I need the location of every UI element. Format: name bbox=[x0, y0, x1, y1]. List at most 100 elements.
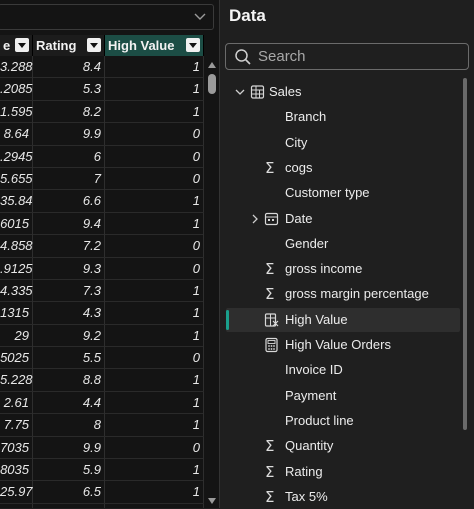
table-cell[interactable]: 1 bbox=[105, 78, 204, 101]
table-cell[interactable]: 0 bbox=[105, 123, 204, 146]
table-cell[interactable]: 0 bbox=[105, 257, 204, 280]
table-cell[interactable]: 6 bbox=[33, 145, 105, 168]
table-node-sales[interactable]: Sales bbox=[226, 80, 460, 104]
field-item[interactable]: City bbox=[226, 131, 460, 155]
filter-dropdown-icon[interactable] bbox=[186, 38, 200, 52]
filter-dropdown-icon[interactable] bbox=[87, 38, 101, 52]
table-cell[interactable]: 9.3 bbox=[33, 257, 105, 280]
field-item[interactable]: High Value Orders bbox=[226, 333, 460, 357]
table-cell[interactable]: .2085 bbox=[0, 78, 33, 101]
table-cell[interactable]: .2945 bbox=[0, 145, 33, 168]
data-pane-scrollbar[interactable] bbox=[463, 78, 467, 430]
field-item[interactable]: Payment bbox=[226, 384, 460, 408]
field-item[interactable]: Invoice ID bbox=[226, 358, 460, 382]
chevron-right-icon[interactable] bbox=[250, 213, 260, 225]
table-cell[interactable]: 9.4 bbox=[33, 212, 105, 235]
field-item[interactable]: Σgross margin percentage bbox=[226, 282, 460, 306]
column-header[interactable]: e bbox=[0, 35, 33, 56]
search-box[interactable] bbox=[225, 43, 469, 70]
table-cell[interactable]: .9125 bbox=[0, 257, 33, 280]
table-cell[interactable]: 5.3 bbox=[33, 78, 105, 101]
scrollbar-thumb[interactable] bbox=[208, 74, 216, 94]
table-cell[interactable]: 0 bbox=[105, 145, 204, 168]
scroll-down-icon[interactable] bbox=[208, 498, 216, 504]
field-item[interactable]: Σcogs bbox=[226, 156, 460, 180]
table-cell[interactable]: 5025 bbox=[0, 347, 33, 370]
field-item[interactable]: Date bbox=[226, 207, 460, 231]
table-cell[interactable]: 8.2 bbox=[33, 100, 105, 123]
table-cell[interactable]: 4845 bbox=[0, 503, 33, 508]
search-input[interactable] bbox=[258, 47, 458, 66]
table-cell[interactable]: 4.335 bbox=[0, 279, 33, 302]
field-item[interactable]: Σgross income bbox=[226, 257, 460, 281]
table-cell[interactable]: 7 bbox=[33, 167, 105, 190]
column-header-high-value[interactable]: High Value bbox=[105, 35, 204, 56]
table-cell[interactable]: 4.858 bbox=[0, 235, 33, 258]
table-cell[interactable]: 6.6 bbox=[33, 190, 105, 213]
column-header-rating[interactable]: Rating bbox=[33, 35, 105, 56]
field-item[interactable]: Product line bbox=[226, 409, 460, 433]
calculator-icon bbox=[264, 337, 279, 353]
table-cell[interactable]: 9.2 bbox=[33, 324, 105, 347]
table-cell[interactable]: 1 bbox=[105, 391, 204, 414]
table-cell[interactable]: 1 bbox=[105, 302, 204, 325]
table-cell[interactable]: 1315 bbox=[0, 302, 33, 325]
table-cell[interactable]: 0 bbox=[105, 167, 204, 190]
table-cell[interactable]: 5.228 bbox=[0, 369, 33, 392]
table-cell[interactable]: 8 bbox=[33, 414, 105, 437]
filter-dropdown-icon[interactable] bbox=[15, 38, 29, 52]
table-cell[interactable]: 2.61 bbox=[0, 391, 33, 414]
field-item[interactable]: Σ Quantity bbox=[226, 434, 460, 458]
table-cell[interactable]: 25.97 bbox=[0, 481, 33, 504]
field-item[interactable]: Customer type bbox=[226, 181, 460, 205]
table-cell[interactable]: 8.8 bbox=[33, 369, 105, 392]
table-selector-dropdown[interactable] bbox=[0, 4, 214, 30]
table-cell[interactable]: 1 bbox=[105, 459, 204, 482]
table-cell[interactable]: 1 bbox=[105, 212, 204, 235]
table-cell[interactable]: 9.9 bbox=[33, 436, 105, 459]
table-cell[interactable]: 1.595 bbox=[0, 100, 33, 123]
table-cell[interactable]: 5.5 bbox=[33, 347, 105, 370]
chevron-down-icon[interactable] bbox=[193, 9, 207, 23]
table-cell[interactable]: 0 bbox=[105, 347, 204, 370]
field-item[interactable]: Gender bbox=[226, 232, 460, 256]
table-cell[interactable]: 1 bbox=[105, 56, 204, 78]
table-cell[interactable]: 0 bbox=[105, 436, 204, 459]
table-cell[interactable]: 7.2 bbox=[33, 235, 105, 258]
scroll-up-icon[interactable] bbox=[208, 62, 216, 68]
field-item[interactable]: Σ Tax 5% bbox=[226, 485, 460, 509]
table-cell[interactable]: 1 bbox=[105, 100, 204, 123]
table-cell[interactable]: 5.9 bbox=[33, 459, 105, 482]
table-cell[interactable]: 9.9 bbox=[33, 123, 105, 146]
table-cell[interactable]: 6.5 bbox=[33, 481, 105, 504]
table-cell[interactable]: 1 bbox=[105, 324, 204, 347]
table-cell[interactable]: 1 bbox=[105, 190, 204, 213]
table-cell[interactable]: 1 bbox=[105, 481, 204, 504]
table-cell[interactable]: 1 bbox=[105, 369, 204, 392]
table-cell[interactable]: 7035 bbox=[0, 436, 33, 459]
table-cell[interactable]: 4.3 bbox=[33, 302, 105, 325]
table-cell[interactable]: 5.655 bbox=[0, 167, 33, 190]
chevron-down-icon[interactable] bbox=[235, 86, 245, 98]
table-cell[interactable]: 6015 bbox=[0, 212, 33, 235]
table-cell[interactable]: 4.4 bbox=[33, 391, 105, 414]
table-cell[interactable]: 0 bbox=[105, 235, 204, 258]
field-label: High Value Orders bbox=[285, 337, 391, 352]
table-cell[interactable]: 8.64 bbox=[0, 123, 33, 146]
field-item[interactable]: High Value bbox=[226, 307, 460, 332]
table-cell[interactable]: 0 bbox=[105, 503, 204, 508]
table-cell[interactable]: 1 bbox=[105, 414, 204, 437]
table-cell[interactable]: 8.4 bbox=[33, 56, 105, 78]
table-cell[interactable]: 7.75 bbox=[0, 414, 33, 437]
field-item[interactable]: Branch bbox=[226, 105, 460, 129]
table-cell[interactable]: 7.3 bbox=[33, 279, 105, 302]
table-cell[interactable]: 29 bbox=[0, 324, 33, 347]
table-body: 3.288 8.4 1.2085 5.3 1 1.595 8.2 1 8.64 9.9 0.2945… bbox=[0, 56, 204, 508]
table-cell[interactable]: 3.288 bbox=[0, 56, 33, 78]
table-cell[interactable] bbox=[33, 503, 105, 508]
vertical-scrollbar[interactable] bbox=[205, 56, 219, 508]
field-item[interactable]: Σ Rating bbox=[226, 460, 460, 484]
table-cell[interactable]: 8035 bbox=[0, 459, 33, 482]
table-cell[interactable]: 35.84 bbox=[0, 190, 33, 213]
table-cell[interactable]: 1 bbox=[105, 279, 204, 302]
